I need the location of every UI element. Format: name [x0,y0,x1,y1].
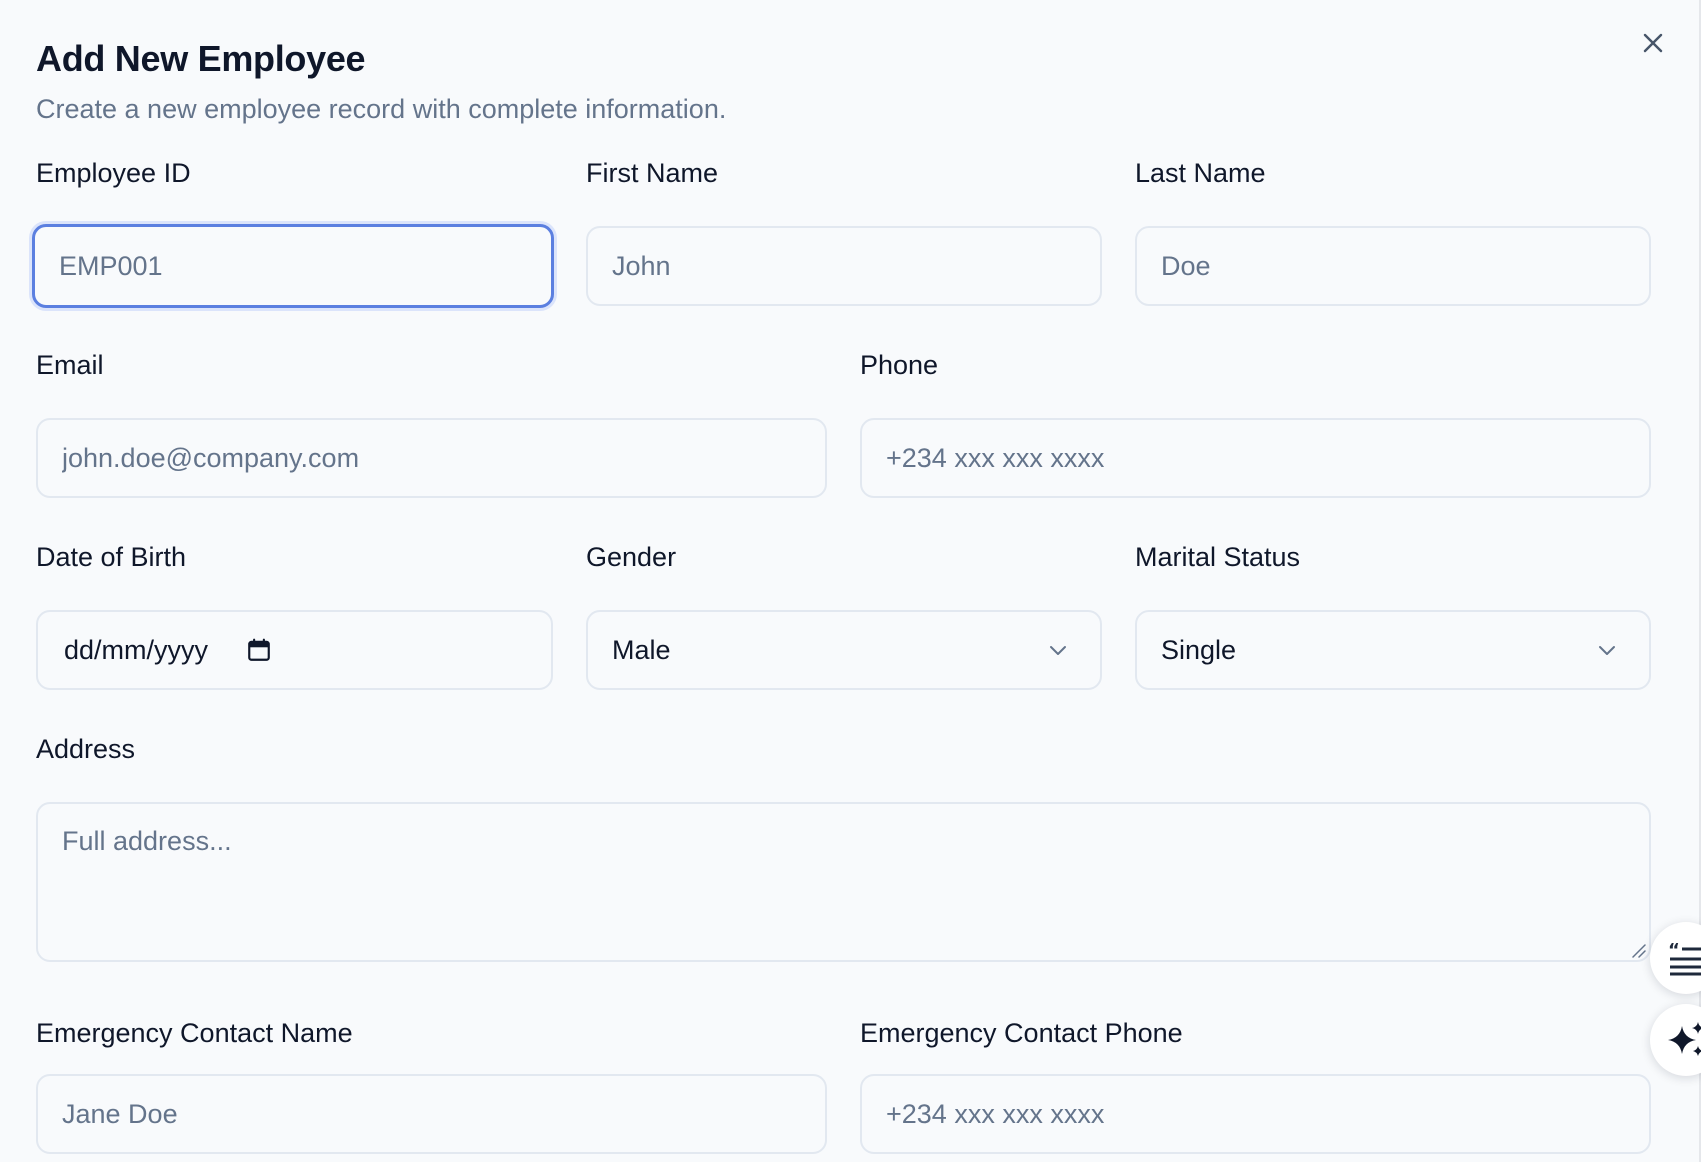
first-name-input[interactable] [586,226,1102,306]
email-label: Email [36,350,104,380]
employee-id-label: Employee ID [36,158,191,188]
employee-id-input[interactable] [32,224,554,308]
first-name-label: First Name [586,158,719,188]
gender-selected-value: Male [612,634,671,665]
marital-status-select[interactable]: Single [1135,610,1651,690]
emergency-contact-phone-input[interactable] [860,1074,1651,1154]
gender-select[interactable]: Male [586,610,1102,690]
address-label: Address [36,734,136,764]
marital-status-label: Marital Status [1135,542,1301,572]
marital-status-selected-value: Single [1161,634,1237,665]
phone-label: Phone [860,350,939,380]
ai-assistant-button[interactable] [1650,1004,1701,1076]
emergency-contact-phone-label: Emergency Contact Phone [860,1018,1183,1048]
add-employee-dialog: Add New Employee Create a new employee r… [0,0,1701,1162]
chevron-down-icon [1050,646,1066,655]
emergency-contact-name-label: Emergency Contact Name [36,1018,353,1048]
date-of-birth-label: Date of Birth [36,542,187,572]
chevron-down-icon [1599,646,1615,655]
resize-handle-icon[interactable] [1630,942,1646,958]
close-button[interactable] [1636,26,1670,60]
address-textarea[interactable] [36,802,1651,962]
last-name-input[interactable] [1135,226,1651,306]
phone-input[interactable] [860,418,1651,498]
calendar-icon[interactable] [246,637,272,663]
quote-assistant-button[interactable]: “ [1650,922,1701,994]
date-of-birth-input[interactable]: dd/mm/yyyy [36,610,553,690]
emergency-contact-name-input[interactable] [36,1074,827,1154]
dialog-title: Add New Employee [36,38,366,79]
email-input[interactable] [36,418,827,498]
date-of-birth-format: dd/mm/yyyy [64,634,209,665]
sparkle-icon [1668,1022,1701,1056]
dialog-subtitle: Create a new employee record with comple… [36,94,727,124]
gender-label: Gender [586,542,677,572]
quote-list-icon: “ [1668,940,1701,976]
last-name-label: Last Name [1135,158,1266,188]
close-icon [1643,33,1663,53]
